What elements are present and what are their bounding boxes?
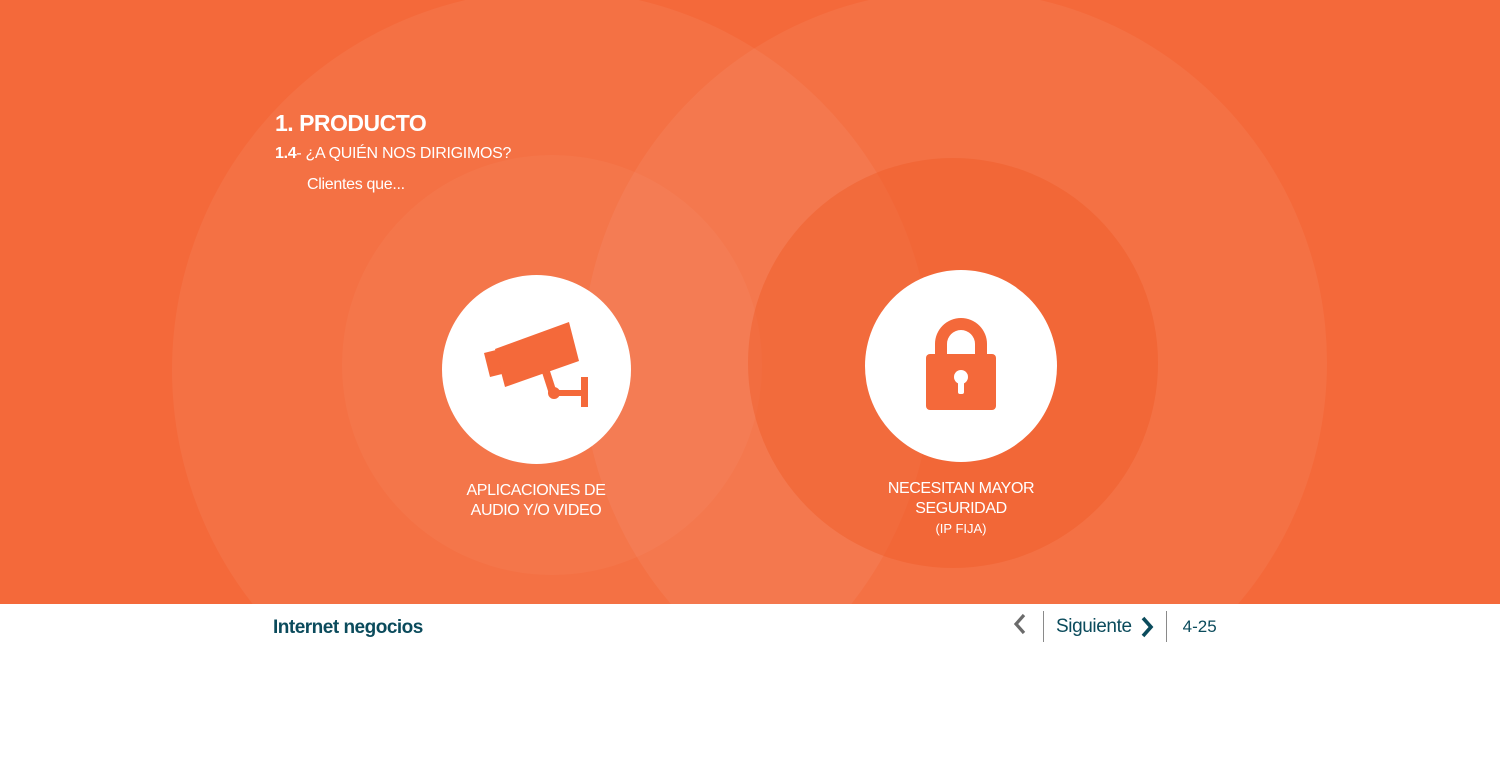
chevron-right-icon (1140, 616, 1154, 638)
subsection-heading: 1.4- ¿A QUIÉN NOS DIRIGIMOS? (275, 145, 511, 163)
section-title: 1. PRODUCTO (275, 110, 427, 136)
chevron-left-icon (1013, 613, 1027, 640)
intro-text: Clientes que... (307, 176, 405, 193)
feature-audio-video: APLICACIONES DE AUDIO Y/O VIDEO (436, 275, 636, 521)
subsection-title: - ¿A QUIÉN NOS DIRIGIMOS? (296, 145, 512, 162)
divider (1165, 611, 1167, 642)
feature-note: (IP FIJA) (935, 521, 987, 536)
previous-button[interactable] (1005, 611, 1035, 642)
security-camera-icon (481, 317, 591, 422)
feature-label: NECESITAN MAYOR SEGURIDAD (887, 480, 1035, 517)
padlock-icon (921, 314, 1001, 419)
slide-stage: 1. PRODUCTO 1.4- ¿A QUIÉN NOS DIRIGIMOS?… (0, 0, 1500, 604)
feature-icon-circle (865, 270, 1057, 462)
feature-label: APLICACIONES DE AUDIO Y/O VIDEO (466, 482, 606, 519)
footer-bar: Internet negocios Siguiente 4-25 (0, 604, 1500, 768)
next-label: Siguiente (1056, 615, 1132, 637)
feature-security: NECESITAN MAYOR SEGURIDAD (IP FIJA) (856, 270, 1066, 537)
pager: Siguiente 4-25 (1005, 611, 1217, 642)
brand-title: Internet negocios (273, 617, 423, 638)
subsection-number: 1.4 (275, 145, 297, 162)
divider (1043, 611, 1044, 642)
feature-icon-circle (441, 275, 631, 464)
next-button[interactable]: Siguiente (1056, 616, 1154, 638)
page-indicator: 4-25 (1182, 616, 1217, 636)
